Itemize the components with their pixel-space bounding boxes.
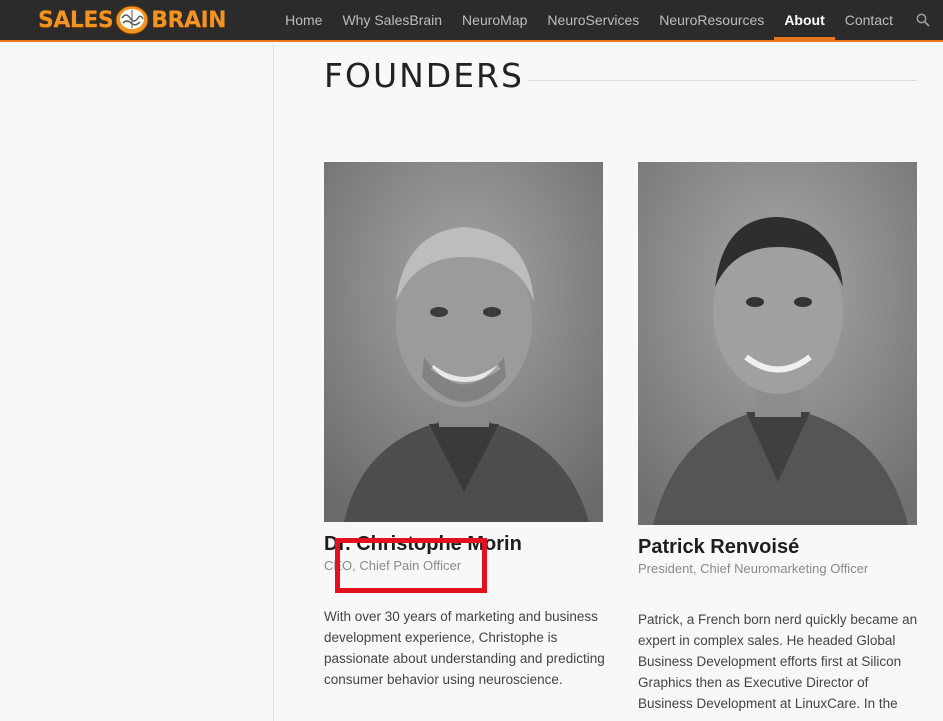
- site-header: SALES BRAIN Home Why SalesBrain NeuroMap…: [0, 0, 943, 42]
- nav-neuroservices[interactable]: NeuroServices: [537, 0, 649, 40]
- title-divider: [528, 80, 917, 81]
- salesbrain-logo[interactable]: SALES BRAIN: [38, 4, 227, 36]
- highlight-box: [335, 538, 487, 593]
- nav-home[interactable]: Home: [275, 0, 332, 40]
- founder-name-patrick: Patrick Renvoisé: [638, 536, 800, 558]
- founder-bio-christophe: With over 30 years of marketing and busi…: [324, 609, 605, 687]
- logo-text-sales: SALES: [38, 7, 114, 33]
- founder-photo-christophe: [324, 162, 603, 522]
- nav-neuroresources[interactable]: NeuroResources: [649, 0, 774, 40]
- founder-bio-patrick: Patrick, a French born nerd quickly beca…: [638, 612, 918, 711]
- brain-icon: [115, 5, 149, 35]
- sidebar: [0, 44, 274, 721]
- founder-photo-patrick: [638, 162, 917, 525]
- logo-text-brain: BRAIN: [151, 7, 227, 33]
- nav-about[interactable]: About: [774, 0, 836, 40]
- search-icon[interactable]: [903, 0, 943, 40]
- nav-contact[interactable]: Contact: [835, 0, 903, 40]
- founder-role-patrick: President, Chief Neuromarketing Officer: [638, 561, 869, 576]
- page-title: FOUNDERS: [324, 56, 524, 95]
- main-nav: Home Why SalesBrain NeuroMap NeuroServic…: [275, 0, 943, 40]
- nav-why-salesbrain[interactable]: Why SalesBrain: [332, 0, 452, 40]
- nav-neuromap[interactable]: NeuroMap: [452, 0, 537, 40]
